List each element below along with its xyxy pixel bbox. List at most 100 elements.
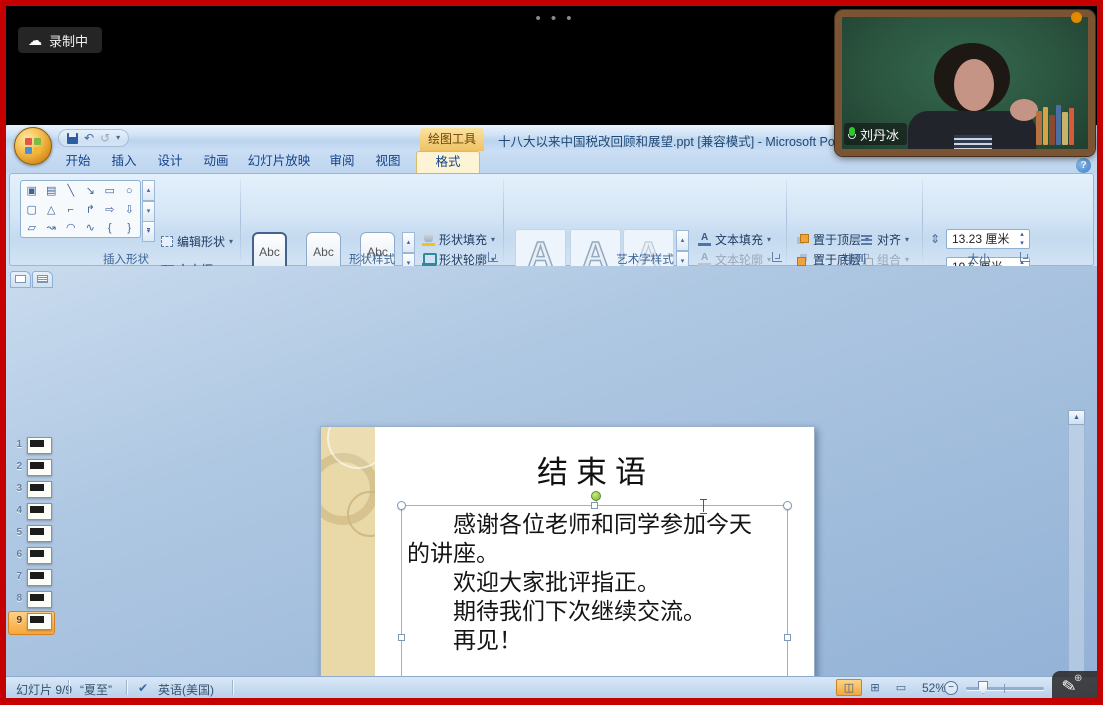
slide-thumbnail[interactable]: 3 (7, 480, 53, 501)
slide-thumbnail[interactable]: 9 (7, 612, 53, 633)
slide-title[interactable]: 结束语 (375, 447, 815, 492)
shapes-gallery-scrollbar: ▴ ▾ ▾ (142, 180, 155, 238)
language-indicator[interactable]: 英语(美国) (158, 681, 214, 698)
gallery-scroll-down-icon[interactable]: ▾ (142, 201, 155, 222)
slide-canvas[interactable]: 结束语 感谢各位老师和同学参加今天的讲座。 欢迎大家批评指正。 期待我们下次继续… (320, 426, 815, 676)
bring-front-icon (796, 233, 809, 246)
slide-sorter-button[interactable]: ⊞ (862, 679, 888, 696)
gallery-scroll-up-icon[interactable]: ▴ (142, 180, 155, 201)
shape-icon[interactable]: △ (42, 201, 62, 220)
frame-border-top (0, 0, 1103, 6)
shape-icon[interactable]: ▢ (22, 201, 42, 220)
wordart-scroll-up-icon[interactable]: ▴ (676, 230, 689, 251)
help-button[interactable]: ? (1076, 158, 1091, 173)
redo-icon[interactable]: ↺ (100, 132, 110, 144)
slide-thumbnail[interactable]: 6 (7, 546, 53, 567)
office-button[interactable] (14, 127, 52, 165)
dialog-launcher-icon[interactable] (488, 252, 498, 262)
bring-to-front-button[interactable]: 置于顶层 ▾ (796, 230, 869, 248)
tab-outline-pane[interactable] (32, 271, 53, 288)
qat-more-icon[interactable]: ▾ (116, 134, 120, 142)
status-dot-icon (1071, 12, 1082, 23)
shape-icon[interactable]: ▱ (22, 219, 42, 238)
slide-indicator: 幻灯片 9/9 (16, 681, 72, 698)
text-fill-button[interactable]: 文本填充 ▾ (698, 230, 771, 248)
shape-icon[interactable]: ↘ (81, 182, 101, 201)
group-label-wordart-styles: 艺术字样式 (505, 251, 785, 265)
slide-thumbnail[interactable]: 2 (7, 458, 53, 479)
vertical-scrollbar[interactable] (1068, 425, 1085, 676)
shape-icon[interactable]: ▤ (42, 182, 62, 201)
spellcheck-icon[interactable]: ✔ (138, 681, 148, 695)
slide-thumbnail[interactable]: 5 (7, 524, 53, 545)
tab-slides-pane[interactable] (10, 271, 31, 288)
shape-icon[interactable]: { (100, 219, 120, 238)
slide-thumbnail[interactable]: 1 (7, 436, 53, 457)
height-spinner-icon[interactable]: ▴▾ (1017, 230, 1027, 248)
slide-thumbnail[interactable]: 4 (7, 502, 53, 523)
shape-icon[interactable]: ⇩ (120, 201, 140, 220)
zoom-out-button[interactable]: − (944, 681, 958, 695)
ribbon-tab[interactable]: 视图 (366, 151, 410, 173)
slide-body-text[interactable]: 感谢各位老师和同学参加今天的讲座。 欢迎大家批评指正。 期待我们下次继续交流。 … (407, 511, 787, 656)
work-area: 1 2 3 4 5 6 7 (6, 266, 1097, 676)
shape-icon[interactable]: ⌐ (61, 201, 81, 220)
ribbon-tab[interactable]: 审阅 (320, 151, 364, 173)
ribbon-tab[interactable]: 动画 (194, 151, 238, 173)
ribbon-tab[interactable]: 设计 (148, 151, 192, 173)
shape-icon[interactable]: ∿ (81, 219, 101, 238)
styles-scroll-up-icon[interactable]: ▴ (402, 232, 415, 253)
office-logo-icon (25, 138, 41, 154)
frame-border-bottom (0, 698, 1103, 705)
shape-icon[interactable]: ▣ (22, 182, 42, 201)
zoom-slider-thumb[interactable] (978, 681, 988, 694)
status-bar: 幻灯片 9/9 “夏至” ✔ 英语(美国) ◫ ⊞ ▭ 52% − (6, 676, 1097, 698)
undo-icon[interactable]: ↶ (84, 132, 94, 144)
normal-view-button[interactable]: ◫ (836, 679, 862, 696)
scroll-up-button[interactable]: ▲ (1068, 410, 1085, 425)
recording-label: 录制中 (49, 31, 88, 50)
group-label-shape-styles: 形状样式 (242, 251, 502, 265)
save-icon[interactable] (67, 133, 78, 144)
zoom-level: 52% (922, 681, 946, 695)
shape-icon[interactable]: ↝ (42, 219, 62, 238)
slide-thumbnail[interactable]: 8 (7, 590, 53, 611)
shape-icon[interactable]: ⇨ (100, 201, 120, 220)
resize-handle[interactable] (591, 502, 598, 509)
dialog-launcher-icon[interactable] (772, 252, 782, 262)
zoom-slider-track[interactable] (966, 687, 1044, 690)
shape-height-input[interactable]: 13.23 厘米 ▴▾ (946, 229, 1030, 249)
gallery-more-icon[interactable]: ▾ (142, 222, 155, 242)
thumbnail-image (27, 613, 52, 630)
edit-shape-button[interactable]: 编辑形状 ▾ (160, 232, 233, 250)
rotation-handle[interactable] (591, 491, 601, 501)
resize-handle[interactable] (783, 501, 792, 510)
thumbnail-image (27, 459, 52, 476)
shape-icon[interactable]: ▭ (100, 182, 120, 201)
shape-icon[interactable]: ╲ (61, 182, 81, 201)
frame-border-left (0, 0, 6, 705)
shape-icon[interactable]: ◠ (61, 219, 81, 238)
ribbon-tab[interactable]: 插入 (102, 151, 146, 173)
group-label-insert-shapes: 插入形状 (14, 251, 238, 265)
slide-thumbnail[interactable]: 7 (7, 568, 53, 589)
ribbon-tab[interactable]: 幻灯片放映 (240, 151, 318, 173)
ribbon-tab[interactable]: 开始 (56, 151, 100, 173)
slideshow-button[interactable]: ▭ (888, 679, 914, 696)
align-button[interactable]: 对齐 ▾ (860, 230, 909, 248)
presenter-name-tag: 刘丹冰 (844, 123, 907, 145)
ribbon-tab[interactable]: 格式 (416, 151, 480, 173)
webcam-video[interactable]: 刘丹冰 (835, 10, 1095, 156)
resize-handle[interactable] (398, 634, 405, 641)
shape-icon[interactable]: ○ (120, 182, 140, 201)
thumbnail-image (27, 569, 52, 586)
body-line: 再见！ (407, 627, 787, 656)
text-fill-icon (698, 233, 711, 246)
resize-handle[interactable] (397, 501, 406, 510)
shape-icon[interactable]: ↱ (81, 201, 101, 220)
dialog-launcher-icon[interactable] (1020, 252, 1030, 262)
shape-fill-button[interactable]: 形状填充 ▾ (422, 230, 495, 248)
overlay-menu-dots[interactable]: • • • (515, 10, 595, 27)
frame-border-right (1097, 0, 1103, 705)
shape-icon[interactable]: } (120, 219, 140, 238)
